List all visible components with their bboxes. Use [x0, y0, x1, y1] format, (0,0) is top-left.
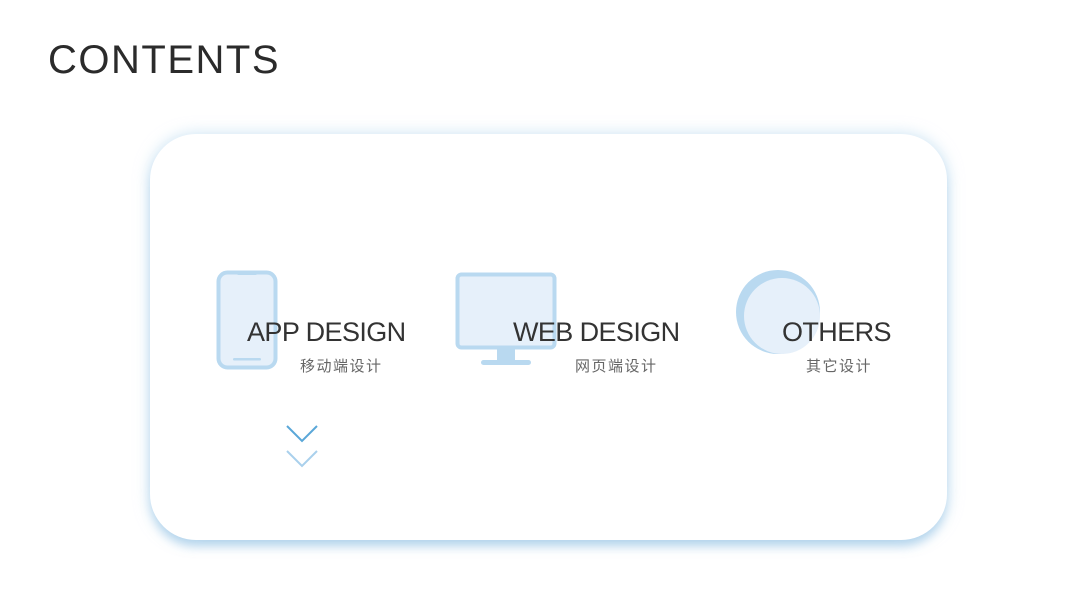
others-title: OTHERS — [782, 317, 892, 347]
double-chevron-down-icon[interactable] — [286, 424, 318, 470]
web-design-subtitle: 网页端设计 — [575, 357, 658, 375]
others-subtitle: 其它设计 — [806, 357, 873, 375]
web-design-title: WEB DESIGN — [513, 317, 680, 347]
app-design-subtitle: 移动端设计 — [300, 357, 383, 375]
page-title: CONTENTS — [48, 38, 280, 82]
app-design-title: APP DESIGN — [247, 317, 406, 347]
